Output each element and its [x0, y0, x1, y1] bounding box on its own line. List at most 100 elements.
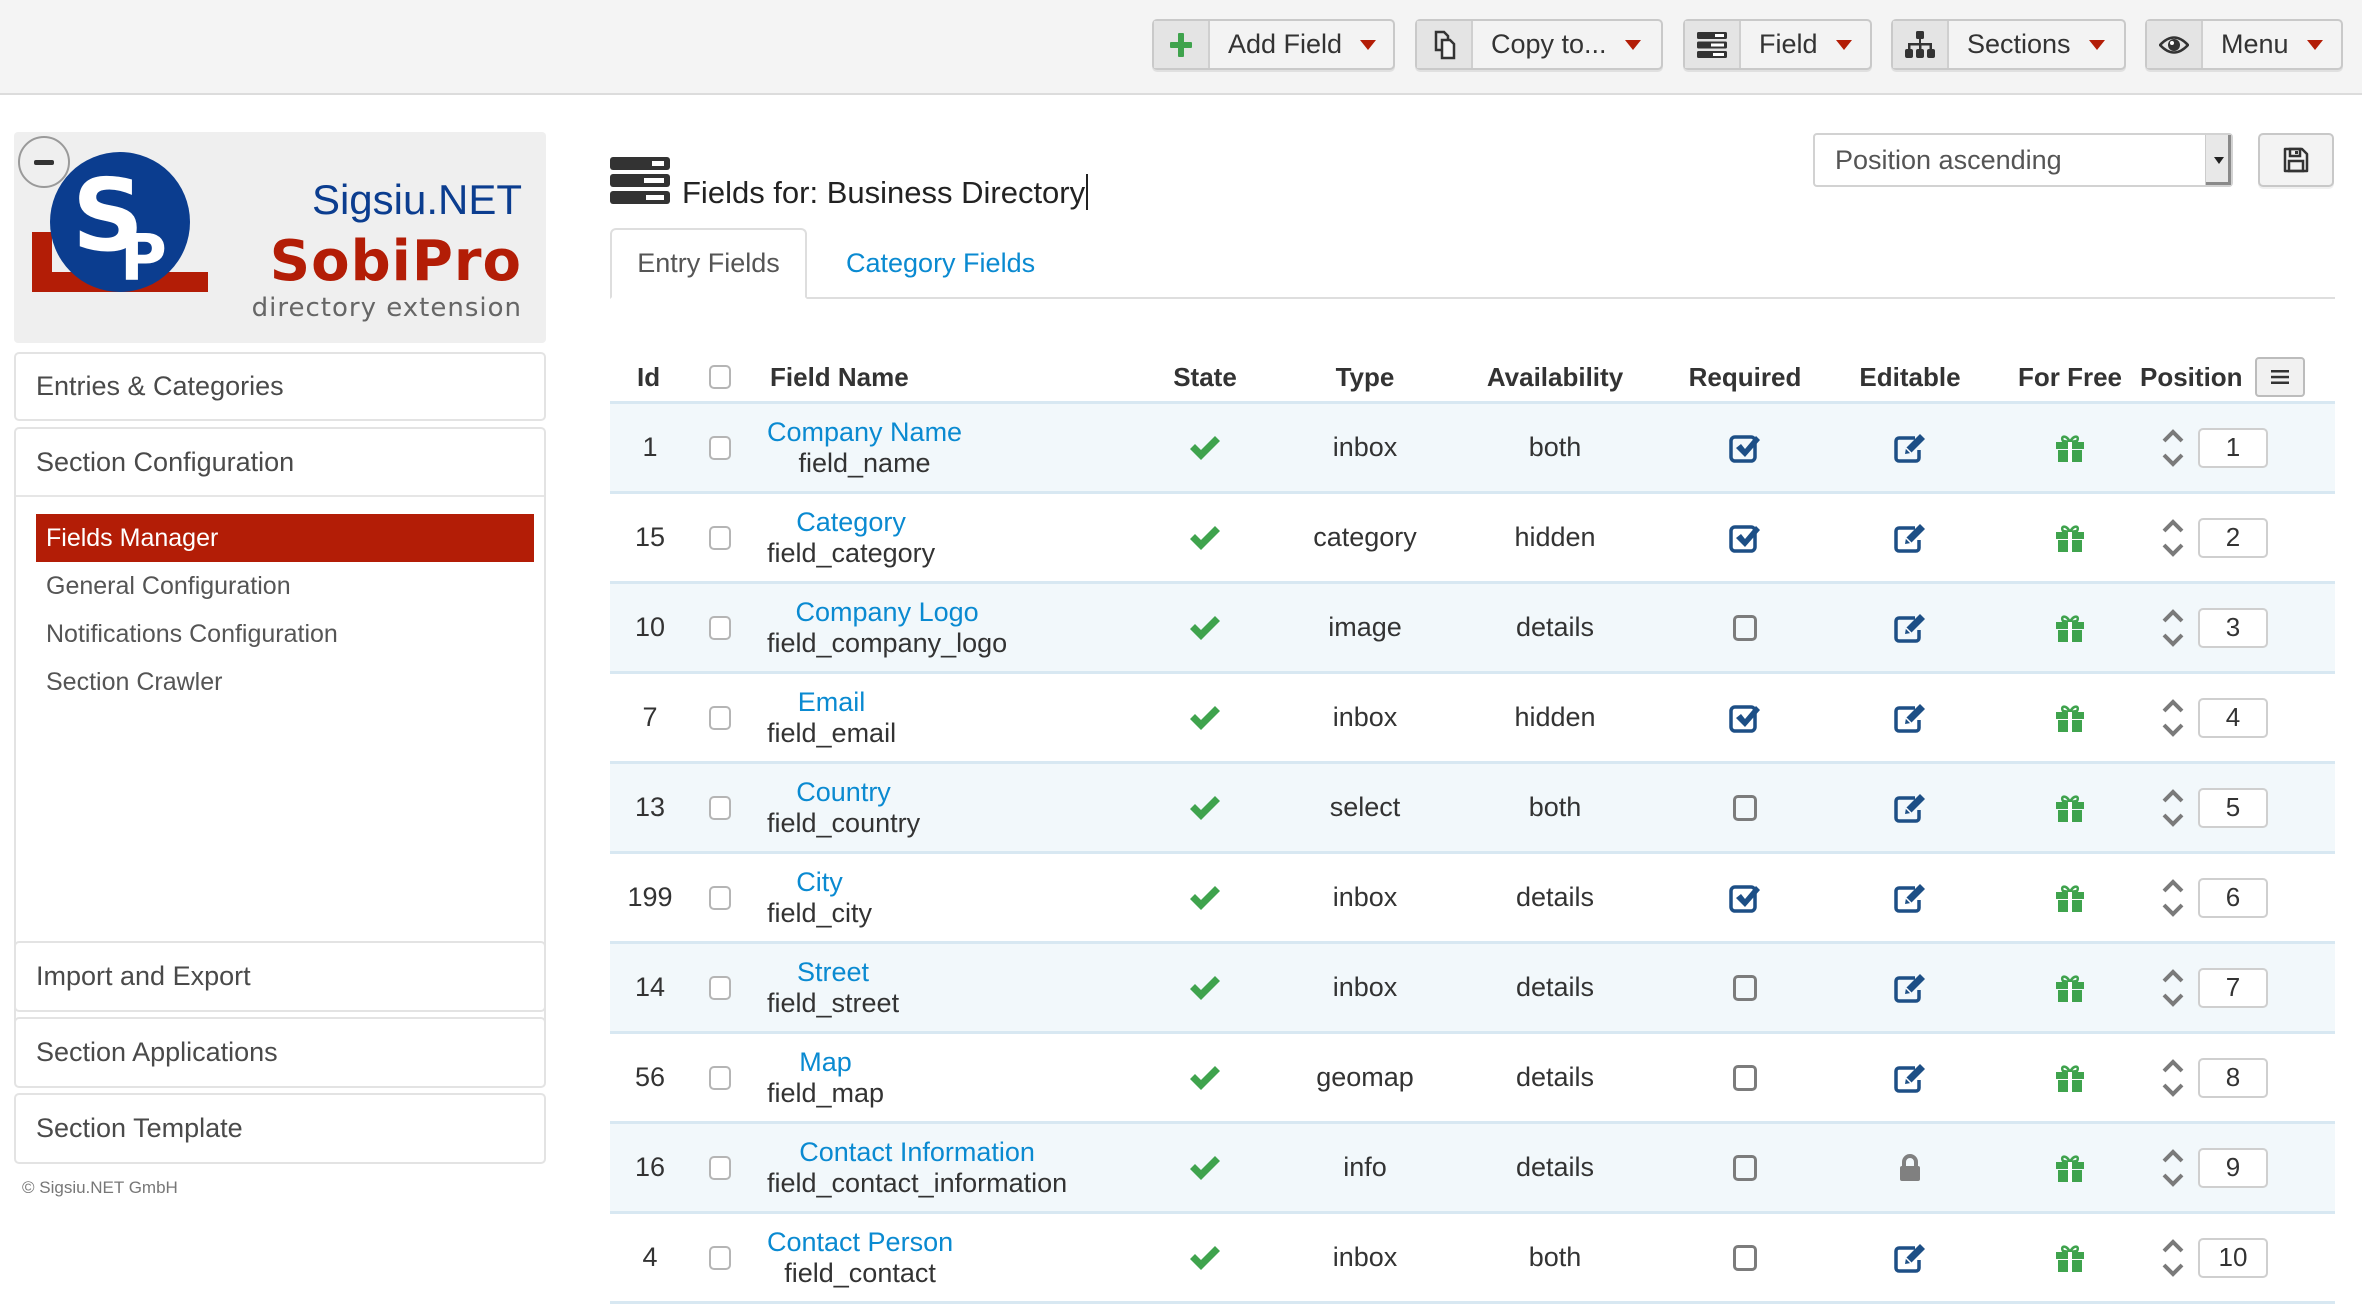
for-free-toggle[interactable] [1985, 764, 2155, 851]
column-header-availability[interactable]: Availability [1450, 350, 1660, 404]
sidebar-item-notifications-configuration[interactable]: Notifications Configuration [36, 610, 534, 658]
editable-toggle[interactable] [1825, 674, 1995, 761]
chevron-up-icon[interactable] [2162, 1058, 2184, 1073]
chevron-down-icon[interactable] [2162, 633, 2184, 647]
field-name-link[interactable]: Map [799, 1047, 852, 1078]
field-name-link[interactable]: Email [798, 687, 866, 718]
column-header-editable[interactable]: Editable [1825, 350, 1995, 404]
sidebar-item-fields-manager[interactable]: Fields Manager [36, 514, 534, 562]
column-header-required[interactable]: Required [1660, 350, 1830, 404]
required-toggle[interactable] [1660, 944, 1830, 1031]
position-input[interactable]: 5 [2198, 787, 2268, 828]
editable-toggle[interactable] [1825, 1034, 1995, 1121]
for-free-toggle[interactable] [1985, 674, 2155, 761]
position-input[interactable]: 4 [2198, 697, 2268, 738]
chevron-down-icon[interactable] [2162, 1083, 2184, 1097]
save-positions-button[interactable] [2254, 357, 2305, 397]
save-order-button[interactable] [2258, 133, 2334, 187]
row-checkbox[interactable] [709, 705, 731, 730]
for-free-toggle[interactable] [1985, 1124, 2155, 1211]
chevron-down-icon[interactable] [2162, 1173, 2184, 1187]
required-toggle[interactable] [1660, 404, 1830, 491]
state-toggle[interactable] [1130, 494, 1280, 581]
position-input[interactable]: 3 [2198, 607, 2268, 648]
editable-toggle[interactable] [1825, 494, 1995, 581]
chevron-up-icon[interactable] [2162, 878, 2184, 893]
chevron-down-icon[interactable] [2162, 1263, 2184, 1277]
required-toggle[interactable] [1660, 1034, 1830, 1121]
required-toggle[interactable] [1660, 494, 1830, 581]
state-toggle[interactable] [1130, 1034, 1280, 1121]
sidebar-item-section-configuration[interactable]: Section Configuration [16, 429, 544, 497]
field-name-link[interactable]: Contact Person [767, 1227, 953, 1258]
row-checkbox[interactable] [709, 1245, 731, 1270]
editable-toggle[interactable] [1825, 1124, 1995, 1211]
sidebar-item-section-template[interactable]: Section Template [16, 1095, 544, 1162]
required-toggle[interactable] [1660, 1124, 1830, 1211]
editable-toggle[interactable] [1825, 764, 1995, 851]
state-toggle[interactable] [1130, 584, 1280, 671]
position-input[interactable]: 1 [2198, 427, 2268, 468]
chevron-down-icon[interactable] [2162, 813, 2184, 827]
chevron-up-icon[interactable] [2162, 968, 2184, 983]
chevron-up-icon[interactable] [2162, 608, 2184, 623]
editable-toggle[interactable] [1825, 584, 1995, 671]
editable-toggle[interactable] [1825, 854, 1995, 941]
copy-to-button[interactable]: Copy to... [1415, 19, 1663, 70]
add-field-button[interactable]: Add Field [1152, 19, 1395, 70]
row-checkbox[interactable] [709, 1065, 731, 1090]
chevron-down-icon[interactable] [2162, 543, 2184, 557]
required-toggle[interactable] [1660, 584, 1830, 671]
chevron-down-icon[interactable] [2162, 903, 2184, 917]
row-checkbox[interactable] [709, 1155, 731, 1180]
row-checkbox[interactable] [709, 885, 731, 910]
for-free-toggle[interactable] [1985, 854, 2155, 941]
field-name-link[interactable]: Company Logo [796, 597, 979, 628]
row-checkbox[interactable] [709, 435, 731, 460]
editable-toggle[interactable] [1825, 404, 1995, 491]
editable-toggle[interactable] [1825, 1214, 1995, 1301]
state-toggle[interactable] [1130, 674, 1280, 761]
chevron-down-icon[interactable] [2162, 723, 2184, 737]
state-toggle[interactable] [1130, 944, 1280, 1031]
chevron-down-icon[interactable] [2162, 993, 2184, 1007]
chevron-down-icon[interactable] [2162, 453, 2184, 467]
for-free-toggle[interactable] [1985, 584, 2155, 671]
tab-entry-fields[interactable]: Entry Fields [610, 228, 807, 299]
chevron-up-icon[interactable] [2162, 698, 2184, 713]
column-header-type[interactable]: Type [1290, 350, 1440, 404]
position-input[interactable]: 8 [2198, 1057, 2268, 1098]
required-toggle[interactable] [1660, 674, 1830, 761]
sidebar-item-section-applications[interactable]: Section Applications [16, 1019, 544, 1086]
field-name-link[interactable]: Contact Information [799, 1137, 1035, 1168]
field-name-link[interactable]: Category [796, 507, 906, 538]
sidebar-item-section-crawler[interactable]: Section Crawler [36, 658, 534, 706]
collapse-sidebar-button[interactable] [18, 136, 70, 188]
state-toggle[interactable] [1130, 404, 1280, 491]
chevron-up-icon[interactable] [2162, 428, 2184, 443]
field-name-link[interactable]: City [796, 867, 843, 898]
editable-toggle[interactable] [1825, 944, 1995, 1031]
sidebar-item-entries-categories[interactable]: Entries & Categories [16, 354, 544, 419]
state-toggle[interactable] [1130, 854, 1280, 941]
tab-category-fields[interactable]: Category Fields [820, 228, 1061, 299]
chevron-up-icon[interactable] [2162, 1238, 2184, 1253]
position-input[interactable]: 7 [2198, 967, 2268, 1008]
row-checkbox[interactable] [709, 975, 731, 1000]
state-toggle[interactable] [1130, 1124, 1280, 1211]
row-checkbox[interactable] [709, 615, 731, 640]
row-checkbox[interactable] [709, 525, 731, 550]
field-name-link[interactable]: Company Name [767, 417, 962, 448]
chevron-up-icon[interactable] [2162, 1148, 2184, 1163]
for-free-toggle[interactable] [1985, 1214, 2155, 1301]
for-free-toggle[interactable] [1985, 404, 2155, 491]
required-toggle[interactable] [1660, 854, 1830, 941]
for-free-toggle[interactable] [1985, 944, 2155, 1031]
for-free-toggle[interactable] [1985, 494, 2155, 581]
sidebar-item-general-configuration[interactable]: General Configuration [36, 562, 534, 610]
required-toggle[interactable] [1660, 764, 1830, 851]
column-header-state[interactable]: State [1130, 350, 1280, 404]
chevron-up-icon[interactable] [2162, 518, 2184, 533]
row-checkbox[interactable] [709, 795, 731, 820]
sections-button[interactable]: Sections [1891, 19, 2126, 70]
